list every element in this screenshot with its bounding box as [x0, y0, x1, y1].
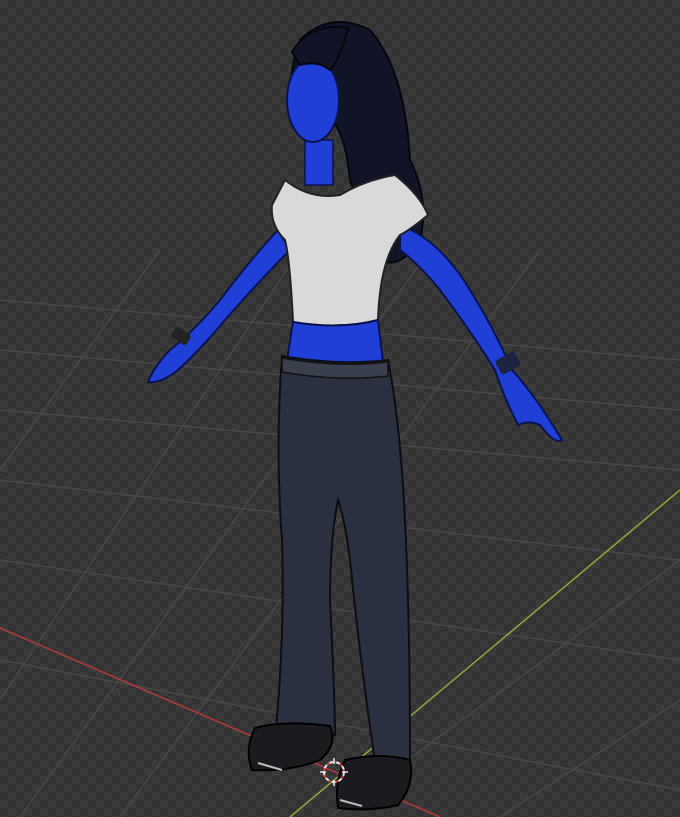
- right-arm: [399, 223, 564, 442]
- face: [286, 57, 340, 143]
- character-model[interactable]: [146, 21, 564, 811]
- jeans: [273, 354, 412, 764]
- left-arm: [146, 228, 292, 384]
- midriff: [285, 318, 385, 366]
- 3d-viewport[interactable]: [0, 0, 680, 817]
- scene-canvas[interactable]: [0, 0, 680, 817]
- neck: [304, 139, 334, 186]
